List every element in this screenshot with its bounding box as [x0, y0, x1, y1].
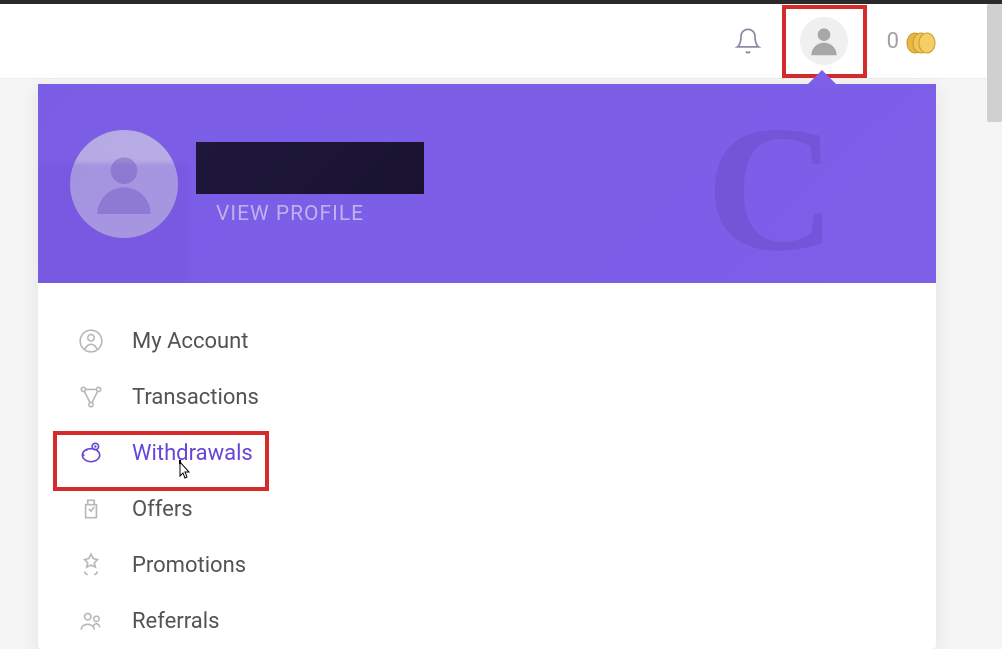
menu-item-transactions[interactable]: Transactions: [68, 369, 906, 425]
scrollbar-thumb[interactable]: [987, 4, 1002, 122]
bg-letter: C: [706, 99, 836, 279]
menu-item-promotions[interactable]: Promotions: [68, 537, 906, 593]
menu-item-label: Referrals: [132, 609, 219, 634]
coin-count: 0: [887, 29, 899, 54]
avatar-button[interactable]: [782, 5, 867, 78]
menu-item-label: My Account: [132, 329, 248, 354]
menu-item-withdrawals[interactable]: Withdrawals: [68, 425, 906, 481]
menu-item-label: Promotions: [132, 553, 246, 578]
profile-dropdown: C VIEW PROFILE My Account: [38, 84, 936, 649]
menu-list: My Account Transactions: [38, 283, 936, 649]
topbar: 0: [0, 4, 1002, 79]
bell-icon[interactable]: [734, 27, 762, 55]
referrals-icon: [78, 608, 104, 634]
menu-item-label: Transactions: [132, 385, 259, 410]
withdrawals-icon: [78, 440, 104, 466]
profile-header: C VIEW PROFILE: [38, 84, 936, 283]
coins-icon: [905, 25, 937, 57]
profile-name-redacted: [196, 142, 424, 194]
account-icon: [78, 328, 104, 354]
promotions-icon: [78, 552, 104, 578]
menu-item-offers[interactable]: Offers: [68, 481, 906, 537]
coin-balance: 0: [887, 25, 937, 57]
menu-item-my-account[interactable]: My Account: [68, 313, 906, 369]
bg-decoration: [38, 163, 188, 283]
dropdown-arrow: [808, 70, 836, 84]
menu-item-label: Offers: [132, 497, 193, 522]
view-profile-link[interactable]: VIEW PROFILE: [216, 202, 424, 226]
menu-item-referrals[interactable]: Referrals: [68, 593, 906, 649]
transactions-icon: [78, 384, 104, 410]
profile-info: VIEW PROFILE: [196, 142, 424, 226]
menu-item-label: Withdrawals: [132, 441, 253, 466]
offers-icon: [78, 496, 104, 522]
avatar-circle: [800, 17, 848, 65]
